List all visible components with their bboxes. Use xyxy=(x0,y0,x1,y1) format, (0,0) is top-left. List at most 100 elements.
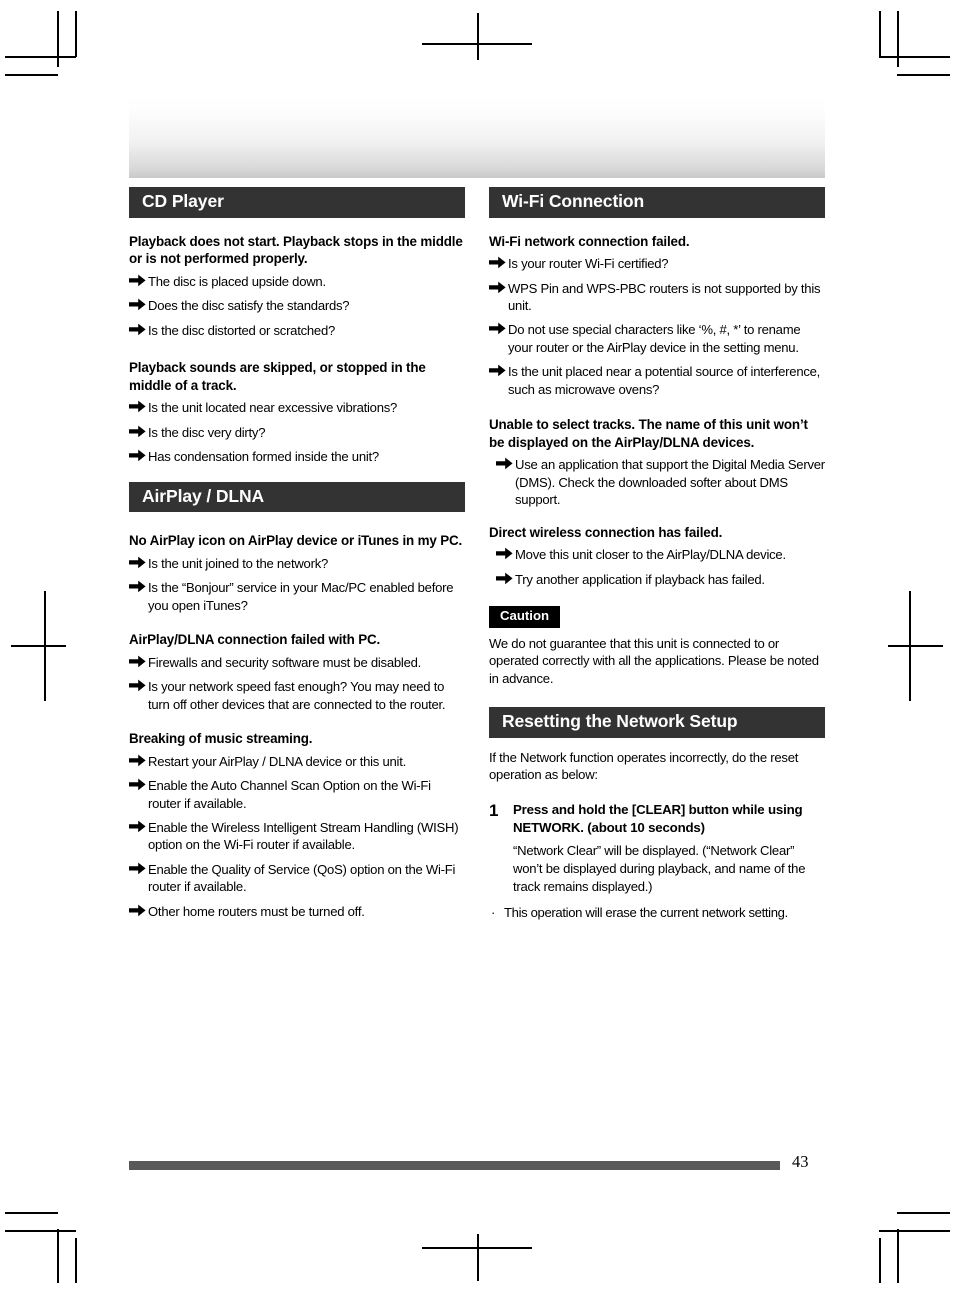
arrow-item-text: Is your network speed fast enough? You m… xyxy=(148,679,446,712)
arrow-item-list: Is the unit located near excessive vibra… xyxy=(129,399,465,465)
arrow-item: Does the disc satisfy the standards? xyxy=(129,297,465,314)
arrow-item: Is the unit placed near a potential sour… xyxy=(489,363,825,398)
left-column: CD Player Playback does not start. Playb… xyxy=(129,187,465,927)
arrow-item: Firewalls and security software must be … xyxy=(129,654,465,671)
arrow-item-text: The disc is placed upside down. xyxy=(148,273,326,289)
step-number: 1 xyxy=(489,801,499,821)
page-number: 43 xyxy=(792,1152,809,1171)
numbered-step: 1 Press and hold the [CLEAR] button whil… xyxy=(489,801,825,896)
arrow-item-text: Do not use special characters like ‘%, #… xyxy=(508,322,801,355)
arrow-item-list: Firewalls and security software must be … xyxy=(129,654,465,713)
arrow-item: Is the unit joined to the network? xyxy=(129,555,465,572)
arrow-right-icon xyxy=(129,449,146,462)
arrow-right-icon xyxy=(129,862,146,875)
arrow-item: Is your network speed fast enough? You m… xyxy=(129,678,465,713)
arrow-right-icon xyxy=(496,572,513,585)
arrow-item: Has condensation formed inside the unit? xyxy=(129,448,465,465)
question-heading: Wi-Fi network connection failed. xyxy=(489,233,690,249)
arrow-right-icon xyxy=(129,820,146,833)
arrow-right-icon xyxy=(489,256,506,269)
arrow-item: Enable the Quality of Service (QoS) opti… xyxy=(129,861,465,896)
arrow-item-text: Move this unit closer to the AirPlay/DLN… xyxy=(515,547,786,563)
caution-block: Caution We do not guarantee that this un… xyxy=(489,606,825,688)
reset-intro-text: If the Network function operates incorre… xyxy=(489,749,799,783)
section-header-wifi-connection: Wi-Fi Connection xyxy=(489,187,825,218)
bullet-dot-icon: · xyxy=(491,904,496,920)
arrow-item-text: Is the disc distorted or scratched? xyxy=(148,322,336,338)
arrow-right-icon xyxy=(489,322,506,335)
arrow-item: The disc is placed upside down. xyxy=(129,273,465,290)
arrow-item: Do not use special characters like ‘%, #… xyxy=(489,321,825,356)
question-heading: Playback does not start. Playback stops … xyxy=(129,233,463,267)
arrow-item-text: Is the disc very dirty? xyxy=(148,424,266,440)
arrow-item-text: Is the unit placed near a potential sour… xyxy=(508,364,821,397)
arrow-right-icon xyxy=(129,400,146,413)
question-heading: Direct wireless connection has failed. xyxy=(489,524,723,540)
arrow-item-text: Has condensation formed inside the unit? xyxy=(148,449,379,465)
arrow-right-icon xyxy=(129,298,146,311)
arrow-item: Restart your AirPlay / DLNA device or th… xyxy=(129,753,465,770)
arrow-item: Is the unit located near excessive vibra… xyxy=(129,399,465,416)
arrow-item: Other home routers must be turned off. xyxy=(129,903,465,920)
arrow-right-icon xyxy=(129,904,146,917)
arrow-right-icon xyxy=(129,323,146,336)
step-detail: “Network Clear” will be displayed. (“Net… xyxy=(513,843,806,895)
section-header-cd-player: CD Player xyxy=(129,187,465,218)
note-text: This operation will erase the current ne… xyxy=(504,904,788,920)
arrow-item: WPS Pin and WPS-PBC routers is not suppo… xyxy=(489,280,825,315)
arrow-item-text: WPS Pin and WPS-PBC routers is not suppo… xyxy=(508,280,821,313)
arrow-item-text: Other home routers must be turned off. xyxy=(148,903,365,919)
page-content: CD Player Playback does not start. Playb… xyxy=(129,187,825,927)
arrow-item-list: Is the unit joined to the network? Is th… xyxy=(129,555,465,614)
arrow-right-icon xyxy=(129,679,146,692)
page-header-gradient xyxy=(129,96,825,178)
arrow-item-text: Does the disc satisfy the standards? xyxy=(148,298,350,314)
arrow-item-text: Enable the Quality of Service (QoS) opti… xyxy=(148,861,456,895)
arrow-right-icon xyxy=(496,547,513,560)
question-heading: No AirPlay icon on AirPlay device or iTu… xyxy=(129,533,463,549)
arrow-item-text: Enable the Wireless Intelligent Stream H… xyxy=(148,819,459,853)
arrow-item: Is the disc distorted or scratched? xyxy=(129,322,465,339)
question-heading: Playback sounds are skipped, or stopped … xyxy=(129,360,426,393)
arrow-item: Enable the Auto Channel Scan Option on t… xyxy=(129,777,465,812)
arrow-item-list: The disc is placed upside down. Does the… xyxy=(129,273,465,339)
arrow-right-icon xyxy=(129,274,146,287)
arrow-item-text: Restart your AirPlay / DLNA device or th… xyxy=(148,753,406,769)
arrow-item: Enable the Wireless Intelligent Stream H… xyxy=(129,819,465,854)
step-title: Press and hold the [CLEAR] button while … xyxy=(513,802,803,835)
arrow-item-list: Is your router Wi-Fi certified? WPS Pin … xyxy=(489,255,825,398)
question-heading: Unable to select tracks. The name of thi… xyxy=(489,417,808,450)
caution-badge: Caution xyxy=(489,606,561,628)
arrow-item-list: Use an application that support the Digi… xyxy=(496,456,825,508)
arrow-right-icon xyxy=(489,281,506,294)
arrow-item: Move this unit closer to the AirPlay/DLN… xyxy=(496,546,825,563)
footer-rule xyxy=(129,1161,780,1170)
question-heading: Breaking of music streaming. xyxy=(129,731,313,746)
arrow-right-icon xyxy=(489,364,506,377)
arrow-item-text: Is the unit located near excessive vibra… xyxy=(148,400,398,416)
arrow-right-icon xyxy=(129,655,146,668)
arrow-item-list: Restart your AirPlay / DLNA device or th… xyxy=(129,753,465,920)
arrow-item-text: Use an application that support the Digi… xyxy=(515,457,825,508)
section-header-resetting-network-setup: Resetting the Network Setup xyxy=(489,707,825,738)
arrow-item-text: Is the unit joined to the network? xyxy=(148,555,329,571)
arrow-item-text: Firewalls and security software must be … xyxy=(148,654,422,670)
right-column: Wi-Fi Connection Wi-Fi network connectio… xyxy=(489,187,825,927)
arrow-right-icon xyxy=(129,556,146,569)
question-heading: AirPlay/DLNA connection failed with PC. xyxy=(129,632,381,648)
caution-text: We do not guarantee that this unit is co… xyxy=(489,635,819,687)
arrow-item-list: Move this unit closer to the AirPlay/DLN… xyxy=(496,546,825,588)
arrow-item-text: Try another application if playback has … xyxy=(515,571,765,587)
arrow-right-icon xyxy=(129,425,146,438)
arrow-right-icon xyxy=(496,457,513,470)
arrow-item: Use an application that support the Digi… xyxy=(496,456,825,508)
arrow-right-icon xyxy=(129,580,146,593)
arrow-item: Is the disc very dirty? xyxy=(129,424,465,441)
arrow-item: Try another application if playback has … xyxy=(496,571,825,588)
arrow-item: Is the “Bonjour” service in your Mac/PC … xyxy=(129,579,465,614)
arrow-right-icon xyxy=(129,778,146,791)
arrow-item-text: Is the “Bonjour” service in your Mac/PC … xyxy=(148,580,454,613)
arrow-item-text: Enable the Auto Channel Scan Option on t… xyxy=(148,778,431,811)
arrow-item-text: Is your router Wi-Fi certified? xyxy=(508,256,669,272)
arrow-right-icon xyxy=(129,754,146,767)
